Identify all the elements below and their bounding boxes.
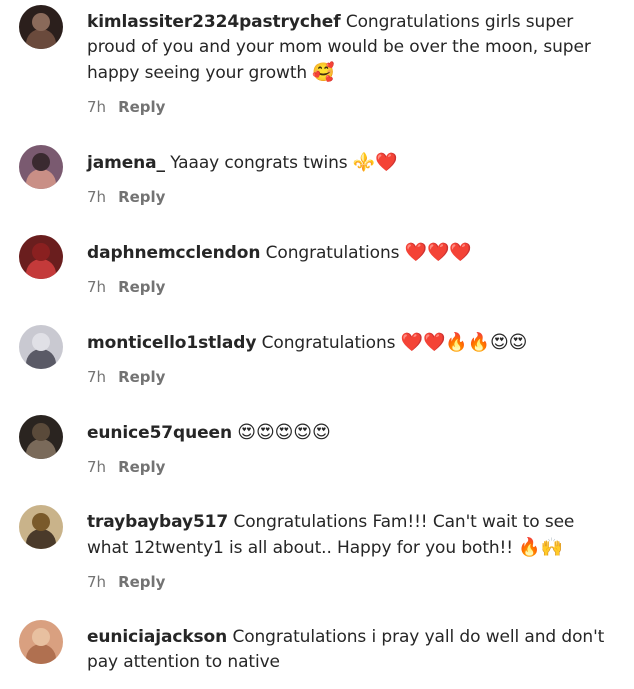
comment-text: daphnemcclendon Congratulations ❤️❤️❤️ bbox=[87, 240, 607, 266]
reply-button[interactable]: Reply bbox=[118, 368, 165, 386]
comment-username[interactable]: eunice57queen bbox=[87, 423, 232, 443]
comment-meta: 7h Reply bbox=[87, 278, 607, 296]
comment-body: Congratulations bbox=[261, 333, 396, 353]
comment-username[interactable]: daphnemcclendon bbox=[87, 243, 260, 263]
comment-emoji: ⚜️❤️ bbox=[352, 152, 398, 173]
comment-timestamp: 7h bbox=[87, 278, 107, 296]
comment-text: euniciajackson Congratulations i pray ya… bbox=[87, 625, 607, 675]
comment-content: euniciajackson Congratulations i pray ya… bbox=[87, 625, 607, 675]
avatar[interactable] bbox=[19, 5, 63, 49]
comment-list: kimlassiter2324pastrychef Congratulation… bbox=[0, 0, 634, 689]
comment-meta: 7h Reply bbox=[87, 98, 607, 116]
comment-timestamp: 7h bbox=[87, 368, 107, 386]
comment-content: kimlassiter2324pastrychef Congratulation… bbox=[87, 10, 607, 116]
avatar-face bbox=[32, 423, 50, 441]
comment-emoji: ❤️❤️❤️ bbox=[404, 242, 472, 263]
avatar[interactable] bbox=[19, 620, 63, 664]
reply-button[interactable]: Reply bbox=[118, 278, 165, 296]
avatar-body bbox=[26, 529, 56, 549]
comment-timestamp: 7h bbox=[87, 573, 107, 591]
avatar-face bbox=[32, 628, 50, 646]
comment-content: jamena_ Yaaay congrats twins ⚜️❤️ 7h Reply bbox=[87, 150, 607, 206]
comment-content: monticello1stlady Congratulations ❤️❤️🔥🔥… bbox=[87, 330, 607, 386]
avatar-face bbox=[32, 13, 50, 31]
comment-username[interactable]: kimlassiter2324pastrychef bbox=[87, 12, 341, 32]
comment-timestamp: 7h bbox=[87, 98, 107, 116]
avatar-body bbox=[26, 29, 56, 49]
avatar[interactable] bbox=[19, 325, 63, 369]
avatar[interactable] bbox=[19, 145, 63, 189]
comment-text: monticello1stlady Congratulations ❤️❤️🔥🔥… bbox=[87, 330, 607, 356]
avatar-body bbox=[26, 259, 56, 279]
comment-text: traybaybay517 Congratulations Fam!!! Can… bbox=[87, 510, 607, 561]
avatar-body bbox=[26, 169, 56, 189]
comment-timestamp: 7h bbox=[87, 188, 107, 206]
avatar[interactable] bbox=[19, 415, 63, 459]
comment-emoji: ❤️❤️🔥🔥😍😍 bbox=[400, 332, 528, 353]
comment-meta: 7h Reply bbox=[87, 458, 607, 476]
avatar-body bbox=[26, 349, 56, 369]
comment-meta: 7h Reply bbox=[87, 573, 607, 591]
comment-username[interactable]: monticello1stlady bbox=[87, 333, 256, 353]
avatar-face bbox=[32, 243, 50, 261]
comment-body: Congratulations bbox=[265, 243, 400, 263]
comment-username[interactable]: euniciajackson bbox=[87, 627, 227, 647]
comment-body: Yaaay congrats twins bbox=[170, 153, 348, 173]
comment-username[interactable]: traybaybay517 bbox=[87, 512, 228, 532]
avatar-body bbox=[26, 439, 56, 459]
comment-text: kimlassiter2324pastrychef Congratulation… bbox=[87, 10, 607, 86]
comment-text: eunice57queen 😍😍😍😍😍 bbox=[87, 420, 607, 446]
comment-content: daphnemcclendon Congratulations ❤️❤️❤️ 7h… bbox=[87, 240, 607, 296]
reply-button[interactable]: Reply bbox=[118, 573, 165, 591]
comment-meta: 7h Reply bbox=[87, 188, 607, 206]
avatar[interactable] bbox=[19, 235, 63, 279]
avatar-face bbox=[32, 513, 50, 531]
comment-username[interactable]: jamena_ bbox=[87, 153, 165, 173]
avatar-face bbox=[32, 153, 50, 171]
avatar-body bbox=[26, 644, 56, 664]
avatar-face bbox=[32, 333, 50, 351]
reply-button[interactable]: Reply bbox=[118, 458, 165, 476]
comment-content: eunice57queen 😍😍😍😍😍 7h Reply bbox=[87, 420, 607, 476]
comment-meta: 7h Reply bbox=[87, 368, 607, 386]
comment-timestamp: 7h bbox=[87, 458, 107, 476]
reply-button[interactable]: Reply bbox=[118, 98, 165, 116]
comment-content: traybaybay517 Congratulations Fam!!! Can… bbox=[87, 510, 607, 591]
reply-button[interactable]: Reply bbox=[118, 188, 165, 206]
comment-text: jamena_ Yaaay congrats twins ⚜️❤️ bbox=[87, 150, 607, 176]
avatar[interactable] bbox=[19, 505, 63, 549]
comment-emoji: 😍😍😍😍😍 bbox=[237, 422, 331, 443]
comment-emoji: 🔥🙌 bbox=[518, 537, 563, 558]
comment-emoji: 🥰 bbox=[312, 62, 335, 83]
